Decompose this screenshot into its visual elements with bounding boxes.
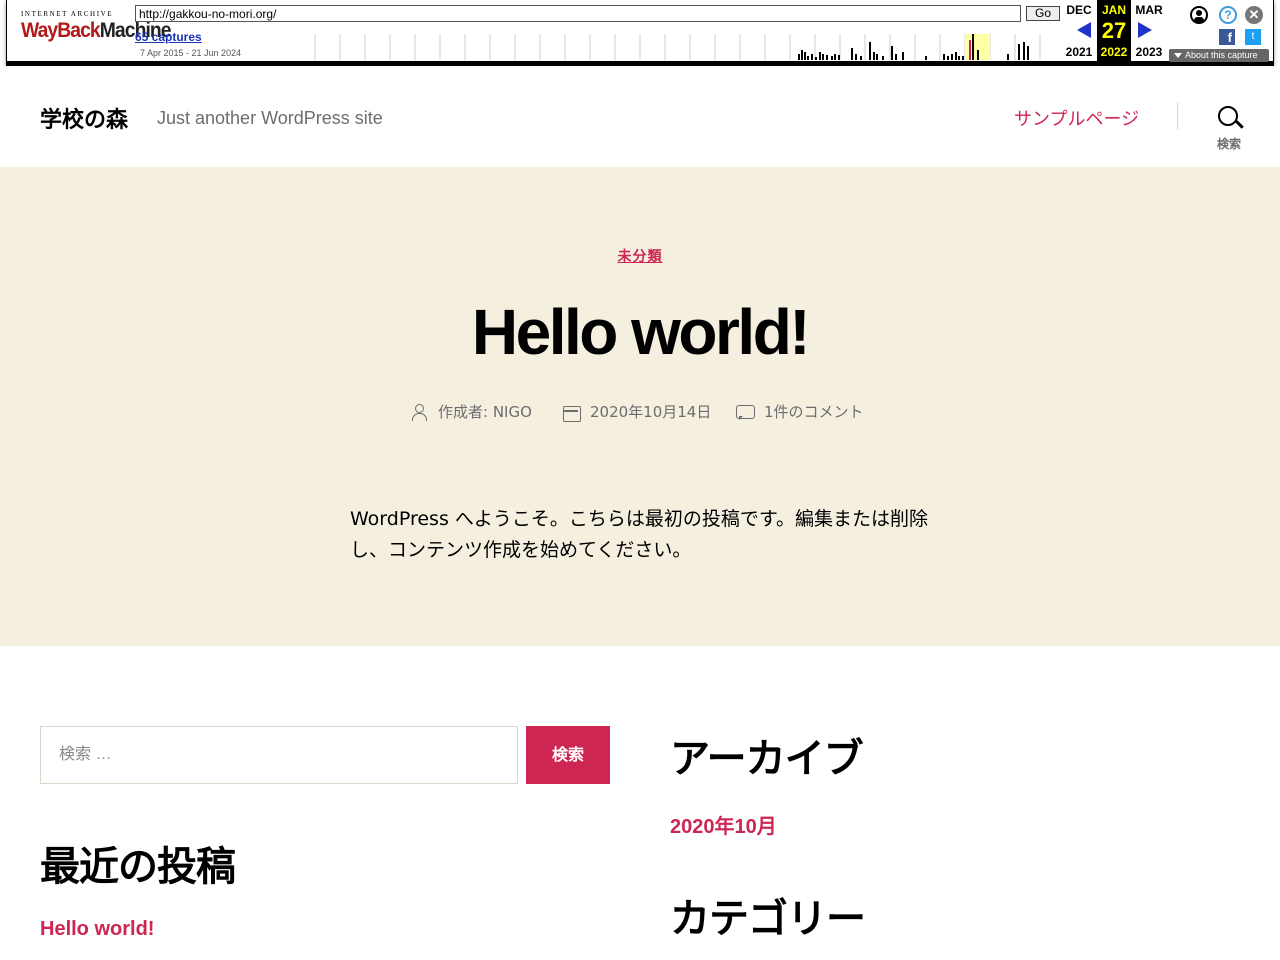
search-icon-handle <box>1235 120 1244 129</box>
capture-tick[interactable] <box>838 55 840 60</box>
comment-icon <box>736 404 755 422</box>
categories-heading: カテゴリー <box>670 896 866 942</box>
capture-tick[interactable] <box>873 52 875 60</box>
capture-tick[interactable] <box>882 56 884 60</box>
site-description: Just another WordPress site <box>157 108 383 128</box>
post-meta: 作成者: NIGO 2020年10月14日 1件のコメント <box>0 401 1280 423</box>
help-icon[interactable]: ? <box>1219 6 1237 24</box>
capture-tick[interactable] <box>826 55 828 60</box>
capture-tick[interactable] <box>969 40 971 60</box>
next-capture-arrow-icon[interactable] <box>1138 22 1152 38</box>
capture-tick[interactable] <box>869 42 871 60</box>
go-button[interactable]: Go <box>1026 6 1060 21</box>
logo-top-text: INTERNET ARCHIVE <box>21 10 114 18</box>
captures-link[interactable]: 65 captures <box>135 30 202 44</box>
logo-wayback: WayBack <box>21 19 101 42</box>
next-month-label: MAR <box>1135 3 1163 17</box>
nav-divider <box>1177 102 1178 130</box>
user-icon[interactable] <box>1190 6 1208 24</box>
site-title[interactable]: 学校の森 <box>40 102 128 134</box>
twitter-icon[interactable]: t <box>1245 29 1261 45</box>
about-capture-button[interactable]: About this capture <box>1169 49 1269 62</box>
capture-tick[interactable] <box>822 54 824 60</box>
wayback-toolbar: INTERNET ARCHIVE WayBackMachine http://g… <box>6 0 1274 66</box>
wayback-logo[interactable]: INTERNET ARCHIVE WayBackMachine <box>21 10 172 43</box>
post-title[interactable]: Hello world! <box>0 295 1280 369</box>
meta-comments: 1件のコメント <box>736 401 906 423</box>
meta-author: 作成者: NIGO <box>410 401 560 423</box>
capture-tick[interactable] <box>1023 42 1025 60</box>
post-hero: 未分類 Hello world! 作成者: NIGO 2020年10月14日 1… <box>0 167 1280 646</box>
capture-tick[interactable] <box>972 34 974 60</box>
capture-tick[interactable] <box>1018 44 1020 60</box>
archive-link[interactable]: 2020年10月 <box>670 810 777 839</box>
comments-link[interactable]: 1件のコメント <box>764 401 864 423</box>
capture-tick[interactable] <box>943 54 945 60</box>
recent-posts-heading: 最近の投稿 <box>40 844 236 890</box>
capture-tick[interactable] <box>962 56 964 60</box>
capture-tick[interactable] <box>955 52 957 60</box>
capture-tick[interactable] <box>801 50 803 60</box>
capture-tick[interactable] <box>902 52 904 60</box>
capture-tick[interactable] <box>891 46 893 60</box>
capture-tick[interactable] <box>895 54 897 60</box>
capture-tick[interactable] <box>977 50 979 60</box>
site-header: 学校の森 Just another WordPress site サンプルページ… <box>0 66 1280 167</box>
search-submit-button[interactable]: 検索 <box>526 726 610 784</box>
author-link[interactable]: 作成者: NIGO <box>438 401 532 423</box>
capture-tick[interactable] <box>804 52 806 60</box>
capture-tick[interactable] <box>834 54 836 60</box>
prev-capture-arrow-icon[interactable] <box>1077 22 1091 38</box>
capture-date-range: 7 Apr 2015 - 21 Jun 2024 <box>140 48 242 58</box>
search-input[interactable]: 検索 … <box>40 726 518 784</box>
current-day-label: 27 <box>1101 18 1127 43</box>
post-body: WordPress へようこそ。こちらは最初の投稿です。編集または削除し、コンテ… <box>350 508 928 561</box>
person-icon <box>410 404 428 422</box>
next-year-label: 2023 <box>1135 45 1163 59</box>
capture-tick[interactable] <box>925 56 927 60</box>
search-toggle-button[interactable]: 検索 <box>1206 104 1252 154</box>
logo-main-text: WayBackMachine <box>21 19 172 43</box>
calendar-icon <box>562 404 581 422</box>
capture-tick[interactable] <box>851 48 853 60</box>
close-icon[interactable]: ✕ <box>1245 6 1263 24</box>
capture-tick[interactable] <box>1027 46 1029 60</box>
date-link[interactable]: 2020年10月14日 <box>590 401 711 423</box>
nav-item-sample-page[interactable]: サンプルページ <box>1014 105 1139 131</box>
search-toggle-label: 検索 <box>1216 137 1241 151</box>
capture-tick[interactable] <box>876 54 878 60</box>
prev-month-label: DEC <box>1066 3 1092 17</box>
recent-post-link[interactable]: Hello world! <box>40 918 154 941</box>
capture-tick[interactable] <box>831 56 833 60</box>
calendar-nav: DEC 2021 JAN 27 2022 MAR 2023 <box>1062 0 1167 61</box>
capture-tick[interactable] <box>811 54 813 60</box>
wayback-url-input[interactable]: http://gakkou-no-mori.org/ <box>135 5 1021 22</box>
prev-year-label: 2021 <box>1065 45 1093 59</box>
capture-tick[interactable] <box>951 54 953 60</box>
capture-tick[interactable] <box>958 56 960 60</box>
archives-heading: アーカイブ <box>670 736 864 782</box>
post-category: 未分類 <box>0 246 1280 266</box>
capture-tick[interactable] <box>947 56 949 60</box>
capture-sparkline[interactable] <box>307 34 1059 60</box>
capture-tick[interactable] <box>860 56 862 60</box>
facebook-icon[interactable]: f <box>1219 29 1235 45</box>
current-year-label: 2022 <box>1100 45 1128 59</box>
meta-date: 2020年10月14日 <box>562 401 732 423</box>
capture-tick[interactable] <box>798 54 800 60</box>
capture-tick[interactable] <box>1007 54 1009 60</box>
capture-tick[interactable] <box>855 54 857 60</box>
current-month-label: JAN <box>1101 3 1126 17</box>
capture-tick[interactable] <box>807 56 809 60</box>
category-link[interactable]: 未分類 <box>618 249 663 265</box>
current-capture-column: JAN 27 2022 <box>1097 0 1131 61</box>
capture-tick[interactable] <box>819 52 821 60</box>
capture-tick[interactable] <box>815 57 817 60</box>
